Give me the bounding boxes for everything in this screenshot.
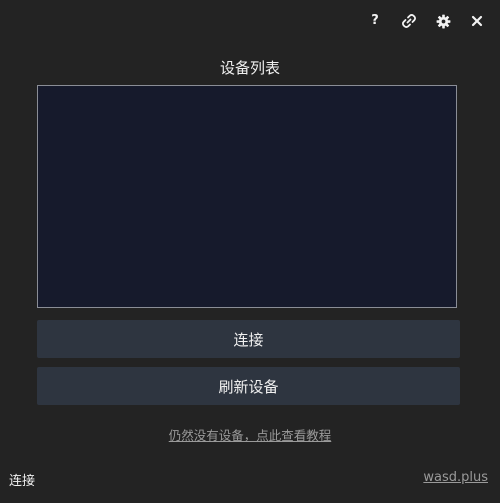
gear-icon — [436, 14, 450, 28]
app-window: ? 设备列表 连接 刷新设备 仍然没有设备，点此查看教程 连接 wasd.plu… — [0, 0, 500, 503]
connection-status: 连接 — [9, 474, 36, 489]
device-list[interactable] — [37, 85, 457, 308]
close-button[interactable] — [468, 12, 486, 30]
refresh-devices-button[interactable]: 刷新设备 — [37, 367, 460, 405]
tutorial-link[interactable]: 仍然没有设备，点此查看教程 — [0, 425, 500, 444]
device-list-title: 设备列表 — [219, 59, 280, 77]
connect-button[interactable]: 连接 — [37, 320, 460, 358]
link-icon — [402, 14, 416, 28]
settings-button[interactable] — [434, 12, 452, 30]
help-icon: ? — [371, 13, 379, 28]
titlebar-controls: ? — [366, 12, 486, 30]
website-link[interactable]: wasd.plus — [423, 470, 488, 485]
help-button[interactable]: ? — [366, 12, 384, 30]
close-icon — [471, 15, 483, 27]
link-button[interactable] — [400, 12, 418, 30]
